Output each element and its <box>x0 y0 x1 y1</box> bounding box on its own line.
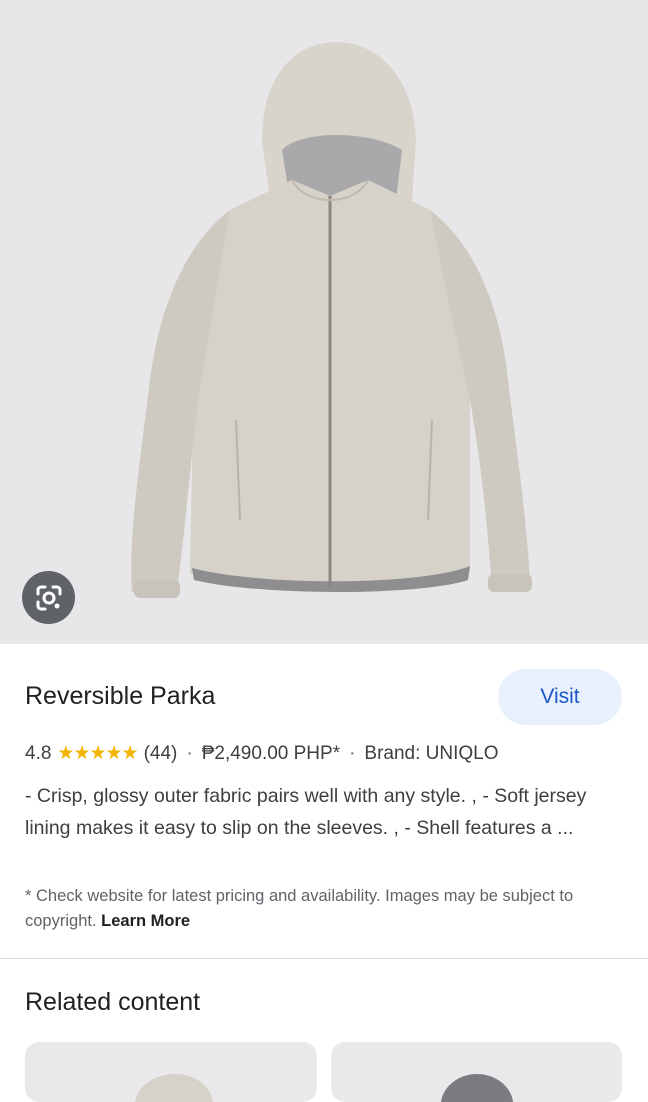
rating-value: 4.8 <box>25 742 52 764</box>
parka-image <box>131 42 532 598</box>
related-thumbnail <box>441 1074 513 1102</box>
price: ₱2,490.00 PHP* <box>201 742 341 764</box>
related-card[interactable] <box>331 1042 622 1102</box>
product-image[interactable] <box>0 0 648 644</box>
separator: · <box>186 742 193 764</box>
learn-more-link[interactable]: Learn More <box>101 912 190 930</box>
star-rating-icon: ★★★★★ <box>57 743 138 764</box>
related-thumbnail <box>135 1074 213 1102</box>
visit-button[interactable]: Visit <box>498 669 622 725</box>
review-count: (44) <box>143 742 178 764</box>
product-meta: 4.8 ★★★★★ (44) · ₱2,490.00 PHP* · Brand:… <box>25 742 499 765</box>
related-content-heading: Related content <box>25 988 201 1016</box>
brand: Brand: UNIQLO <box>364 742 499 764</box>
divider <box>0 958 648 959</box>
product-title: Reversible Parka <box>25 682 216 710</box>
google-lens-button[interactable] <box>22 571 75 624</box>
related-card[interactable] <box>25 1042 317 1102</box>
separator: · <box>349 742 356 764</box>
disclaimer: * Check website for latest pricing and a… <box>25 884 605 934</box>
google-lens-icon <box>36 585 61 610</box>
product-description: - Crisp, glossy outer fabric pairs well … <box>25 785 587 839</box>
